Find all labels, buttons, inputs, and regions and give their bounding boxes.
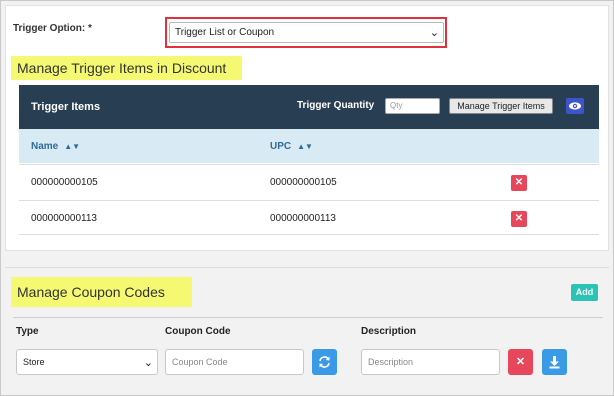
download-icon <box>549 356 560 369</box>
column-upc-label: UPC <box>270 141 292 152</box>
trigger-items-section-title: Manage Trigger Items in Discount <box>11 56 242 80</box>
add-coupon-button[interactable]: Add <box>571 284 598 301</box>
close-icon: ✕ <box>514 213 524 224</box>
close-icon: ✕ <box>514 177 524 188</box>
chevron-down-icon: ⌄ <box>429 26 439 39</box>
table-row: 000000000113 000000000113 ✕ <box>19 200 599 235</box>
column-upc-header[interactable]: UPC ▲▼ <box>270 141 313 152</box>
close-icon: ✕ <box>515 356 526 368</box>
trigger-items-column-header: Name ▲▼ UPC ▲▼ <box>19 129 599 163</box>
delete-row-button[interactable]: ✕ <box>511 175 527 191</box>
trigger-option-value: Trigger List or Coupon <box>175 27 275 38</box>
eye-icon <box>569 102 581 110</box>
column-name-label: Name <box>31 141 59 152</box>
chevron-down-icon: ⌄ <box>143 356 153 369</box>
divider <box>13 317 603 318</box>
trigger-items-table-header: Trigger Items Trigger Quantity Qty Manag… <box>19 85 599 129</box>
view-button[interactable] <box>566 98 584 114</box>
refresh-icon <box>319 356 330 368</box>
delete-row-button[interactable]: ✕ <box>511 211 527 227</box>
sort-icon: ▲▼ <box>64 142 81 151</box>
trigger-option-label: Trigger Option: * <box>13 23 92 34</box>
manage-trigger-items-button[interactable]: Manage Trigger Items <box>449 98 553 114</box>
type-label: Type <box>16 326 39 337</box>
generate-code-button[interactable] <box>312 349 337 375</box>
trigger-quantity-label: Trigger Quantity <box>297 100 375 111</box>
trigger-quantity-input[interactable]: Qty <box>385 98 440 114</box>
coupon-section-title: Manage Coupon Codes <box>11 277 192 307</box>
row-name-cell: 000000000113 <box>31 213 97 224</box>
type-select-value: Store <box>23 357 45 367</box>
description-label: Description <box>361 326 417 337</box>
row-upc-cell: 000000000105 <box>270 177 337 188</box>
coupon-code-label: Coupon Code <box>165 326 231 337</box>
sort-icon: ▲▼ <box>297 142 313 151</box>
trigger-items-table-title: Trigger Items <box>31 101 101 113</box>
remove-coupon-button[interactable]: ✕ <box>508 349 533 375</box>
row-upc-cell: 000000000113 <box>270 213 336 224</box>
page-frame: Trigger Option: * Trigger List or Coupon… <box>0 0 614 396</box>
coupon-code-input[interactable]: Coupon Code <box>165 349 304 375</box>
trigger-option-select[interactable]: Trigger List or Coupon ⌄ <box>169 22 444 43</box>
save-coupon-button[interactable] <box>542 349 567 375</box>
type-select[interactable]: Store ⌄ <box>16 349 158 375</box>
description-input[interactable]: Description <box>361 349 500 375</box>
row-name-cell: 000000000105 <box>31 177 98 188</box>
column-name-header[interactable]: Name ▲▼ <box>31 141 80 152</box>
table-row: 000000000105 000000000105 ✕ <box>19 164 599 199</box>
